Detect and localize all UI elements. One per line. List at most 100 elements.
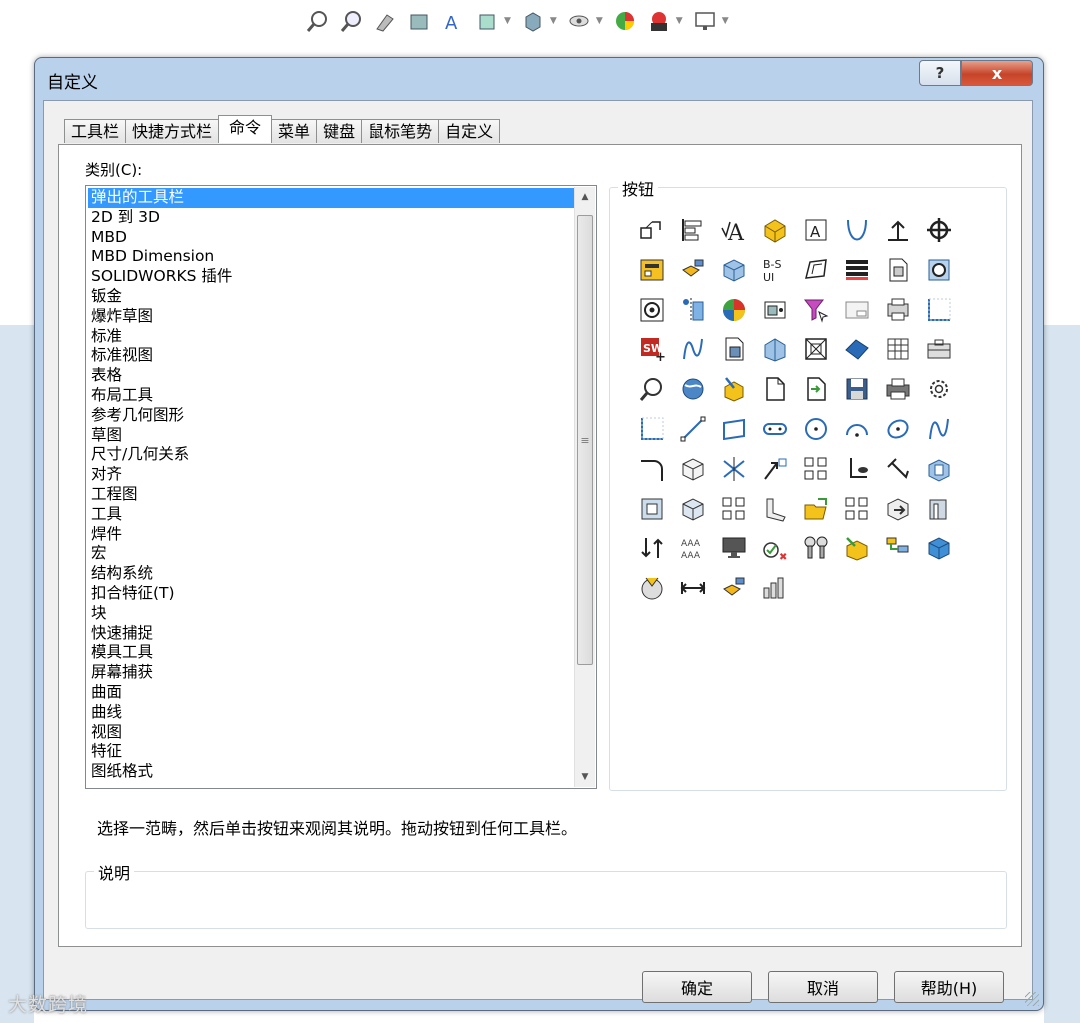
save-document-icon[interactable] [718,333,750,365]
export-part-icon[interactable] [882,493,914,525]
feature-stack-icon[interactable] [923,493,955,525]
monitor-icon[interactable] [718,532,750,564]
tab-commands[interactable]: 命令 [218,115,273,143]
category-list-item[interactable]: 快速捕捉 [88,624,574,644]
scroll-thumb[interactable]: ≡ [577,215,593,665]
category-list-item[interactable]: 标准视图 [88,346,574,366]
flyout-3d-box-icon[interactable] [636,214,668,246]
sketch-plane-icon[interactable] [800,254,832,286]
cancel-button[interactable]: 取消 [768,971,878,1003]
crosshair-icon[interactable] [923,214,955,246]
globe-rotate-icon[interactable] [677,373,709,405]
open-assembly-icon[interactable] [800,493,832,525]
category-list-item[interactable]: 曲面 [88,683,574,703]
bom-table-icon[interactable]: B-S UI [759,254,791,286]
gear-options-icon[interactable] [923,373,955,405]
text-annotation-icon[interactable]: A [718,214,750,246]
category-list-item[interactable]: 焊件 [88,525,574,545]
perpendicular-view-icon[interactable] [841,453,873,485]
frame-part-icon[interactable] [636,493,668,525]
appearance-ball-icon[interactable] [718,294,750,326]
category-scrollbar[interactable]: ▲ ≡ ▼ [574,187,595,787]
sheet-bend-icon[interactable] [759,493,791,525]
insert-block-icon[interactable] [677,254,709,286]
line-tool-icon[interactable] [677,413,709,445]
smart-dimension-icon[interactable] [882,453,914,485]
category-listbox[interactable]: 弹出的工具栏 2D 到 3D MBD MBD Dimension SOLIDWORKS … [85,185,597,789]
new-part-icon[interactable] [759,333,791,365]
category-list-item[interactable]: 结构系统 [88,564,574,584]
category-list-item[interactable]: 尺寸/几何关系 [88,445,574,465]
cross-frame-icon[interactable] [800,333,832,365]
print-icon[interactable] [882,373,914,405]
apply-scene-icon[interactable] [646,8,672,34]
edit-appearance-icon[interactable] [612,8,638,34]
move-entities-icon[interactable] [759,453,791,485]
category-list-item[interactable]: 爆炸草图 [88,307,574,327]
open-document-icon[interactable] [800,373,832,405]
spline-tool-icon[interactable] [923,413,955,445]
blue-cube-icon[interactable] [923,532,955,564]
category-list-item[interactable]: 块 [88,604,574,624]
circular-pattern-icon[interactable] [636,294,668,326]
help-button[interactable]: 帮助(H) [894,971,1004,1003]
save-icon[interactable] [841,373,873,405]
text-scale-icon[interactable]: AAA AAA [677,532,709,564]
isometric-view-icon[interactable] [718,254,750,286]
mirror-part-icon[interactable] [677,294,709,326]
rectangle-tool-icon[interactable] [718,413,750,445]
category-list-item[interactable]: 工程图 [88,485,574,505]
slot-tool-icon[interactable] [759,413,791,445]
distance-mate-icon[interactable] [677,572,709,604]
assembly-tree-icon[interactable] [882,532,914,564]
swap-arrows-icon[interactable] [636,532,668,564]
category-list-item[interactable]: 布局工具 [88,386,574,406]
tab-keyboard[interactable]: 键盘 [316,119,363,143]
pin-arrow-icon[interactable] [841,333,873,365]
category-list-item[interactable]: 宏 [88,544,574,564]
category-list-item[interactable]: 模具工具 [88,643,574,663]
document-view-icon[interactable] [882,254,914,286]
category-list-item[interactable]: 扣合特征(T) [88,584,574,604]
corner-sheet-icon[interactable] [923,294,955,326]
smart-fasteners-icon[interactable] [800,532,832,564]
category-list-item[interactable]: 屏幕捕获 [88,663,574,683]
help-caption-button[interactable]: ? [919,60,961,86]
category-list-item[interactable]: MBD [88,228,574,248]
category-list-item[interactable]: 特征 [88,742,574,762]
component-pattern-icon[interactable] [841,493,873,525]
selection-filter-icon[interactable] [800,294,832,326]
color-table-icon[interactable] [841,254,873,286]
sw-addin-icon[interactable]: SW + [636,333,668,365]
category-list-item[interactable]: 表格 [88,366,574,386]
spline-n-icon[interactable] [677,333,709,365]
check-entity-icon[interactable]: ✖ [759,532,791,564]
camera-view-icon[interactable] [759,294,791,326]
hole-wizard-icon[interactable] [923,254,955,286]
drawing-sheet-icon[interactable] [841,294,873,326]
u-curve-icon[interactable] [841,214,873,246]
ellipse-tool-icon[interactable] [882,413,914,445]
previous-view-icon[interactable] [372,8,398,34]
dynamic-annotation-icon[interactable]: A [440,8,466,34]
arc-tool-icon[interactable] [841,413,873,445]
view-orientation-icon[interactable] [474,8,500,34]
corner-grid-icon[interactable] [636,413,668,445]
layout-block-icon[interactable] [636,254,668,286]
category-list-item[interactable]: 参考几何图形 [88,406,574,426]
bar-graph-icon[interactable] [759,572,791,604]
close-button[interactable]: x [961,60,1033,86]
tab-toolbars[interactable]: 工具栏 [64,119,127,143]
category-list-item[interactable]: 草图 [88,426,574,446]
zoom-view-icon[interactable] [636,373,668,405]
mirror-entities-icon[interactable] [718,453,750,485]
category-list-item[interactable]: 对齐 [88,465,574,485]
assembly-insert-icon[interactable] [718,373,750,405]
category-list-item[interactable]: 视图 [88,723,574,743]
note-a-icon[interactable]: A [800,214,832,246]
tab-customization[interactable]: 自定义 [438,119,501,143]
view-settings-icon[interactable] [692,8,718,34]
shaded-cube-icon[interactable] [677,493,709,525]
align-left-icon[interactable] [677,214,709,246]
category-list-item[interactable]: 工具 [88,505,574,525]
